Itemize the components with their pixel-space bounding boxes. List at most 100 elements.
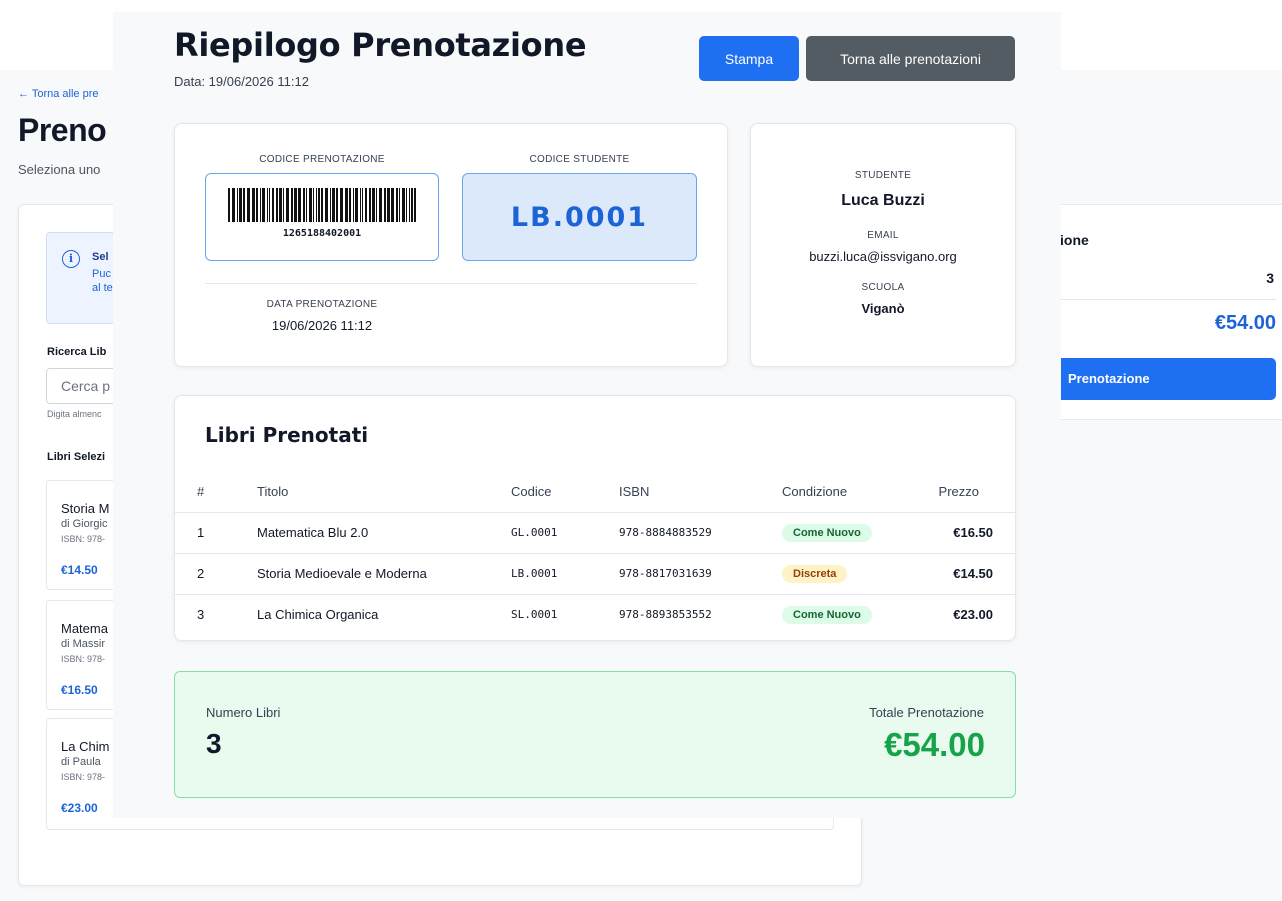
barcode-bar: [306, 188, 307, 222]
student-card: STUDENTE Luca Buzzi EMAIL buzzi.luca@iss…: [750, 123, 1016, 367]
barcode-bar: [262, 188, 265, 222]
barcode-bar: [414, 188, 416, 222]
book-code: SL.0001: [511, 608, 558, 622]
barcode-bar: [286, 188, 289, 222]
summary-divider: [1040, 299, 1276, 300]
barcode-bar: [325, 188, 328, 222]
barcode-bar: [298, 188, 301, 222]
booking-date: 19/06/2026 11:12: [271, 318, 373, 333]
table-row: 1 Matematica Blu 2.0 GL.0001 978-8884883…: [175, 512, 1015, 554]
barcode-bar: [309, 188, 312, 222]
barcode-bar: [269, 188, 270, 222]
summary-title: Riepilogo Prenotazione: [174, 26, 587, 64]
column-header: Prezzo: [912, 472, 1015, 513]
barcode-bar: [391, 188, 394, 222]
table-row: 2 Storia Medioevale e Moderna LB.0001 97…: [175, 553, 1015, 595]
page-subtitle: Seleziona uno: [18, 162, 101, 177]
page-title: Preno: [18, 112, 107, 148]
book-isbn: 978-8817031639: [619, 553, 782, 595]
barcode-bar: [365, 188, 367, 222]
back-to-bookings-button[interactable]: Torna alle prenotazioni: [806, 36, 1015, 81]
barcode-bar: [384, 188, 386, 222]
barcode-bar: [232, 188, 235, 222]
barcode-bar: [349, 188, 351, 222]
condition-badge: Come Nuovo: [782, 605, 872, 624]
barcode-bar: [272, 188, 274, 222]
print-button[interactable]: Stampa: [699, 36, 799, 81]
barcode-bar: [228, 188, 230, 222]
book-author: di Giorgic: [61, 518, 108, 530]
student-name: Luca Buzzi: [841, 192, 925, 209]
book-title: Storia Medioevale e Moderna: [257, 553, 511, 595]
barcode-bar: [406, 188, 407, 222]
barcode-bar: [369, 188, 371, 222]
table-header-row: # Titolo Codice ISBN Condizione Prezzo: [175, 472, 1015, 513]
condition-badge: Discreta: [782, 564, 848, 583]
condition-cell: Discreta: [782, 553, 912, 595]
book-code: GL.0001: [511, 512, 619, 554]
row-number: 1: [175, 512, 257, 554]
info-icon: i: [62, 250, 80, 268]
student-code-box: LB.0001: [462, 173, 697, 261]
booked-books-table: # Titolo Codice ISBN Condizione Prezzo 1…: [175, 472, 1015, 635]
barcode-bar: [396, 188, 398, 222]
back-link[interactable]: ← Torna alle pre: [18, 88, 99, 100]
column-header: Condizione: [782, 472, 912, 513]
book-isbn: ISBN: 978-: [61, 654, 106, 664]
book-price: €23.00: [953, 607, 993, 623]
barcode-bar: [332, 188, 335, 222]
barcode-bar: [362, 188, 363, 222]
barcode-bar: [372, 188, 375, 222]
condition-badge: Come Nuovo: [782, 523, 872, 542]
book-author: di Massir: [61, 638, 106, 650]
school-label: SCUOLA: [861, 282, 905, 293]
barcode-bar: [283, 188, 284, 222]
barcode-bar: [330, 188, 331, 222]
book-isbn: ISBN: 978-: [61, 772, 106, 782]
column-header: Titolo: [257, 472, 511, 513]
barcode-bar: [316, 188, 317, 222]
row-number: 2: [175, 553, 257, 595]
barcode-bar: [303, 188, 305, 222]
student-code: LB.0001: [510, 202, 649, 233]
book-price: €14.50: [912, 553, 1015, 595]
totals-card: Numero Libri 3 Totale Prenotazione €54.0…: [174, 671, 1016, 798]
barcode-bar: [409, 188, 410, 222]
barcode-bar: [402, 188, 405, 222]
barcode-bar: [279, 188, 282, 222]
booking-barcode: 1265188402001: [205, 173, 439, 261]
barcode-bar: [376, 188, 377, 222]
booked-books-card: Libri Prenotati # Titolo Codice ISBN Con…: [174, 395, 1016, 641]
total-label: Totale Prenotazione: [869, 705, 984, 720]
column-header: ISBN: [619, 472, 782, 513]
total-amount: €54.00: [884, 726, 985, 763]
barcode-bar: [379, 188, 382, 222]
book-code: LB.0001: [511, 553, 619, 595]
barcode-bar: [387, 188, 390, 222]
divider: [205, 283, 697, 284]
booking-codes-card: CODICE PRENOTAZIONE 1265188402001 CODICE…: [174, 123, 728, 367]
email-label: EMAIL: [867, 230, 899, 241]
selected-books-label: Libri Selezi: [47, 451, 106, 463]
confirm-booking-button[interactable]: Prenotazione: [1040, 358, 1276, 400]
barcode-bar: [237, 188, 238, 222]
summary-total: €54.00: [1214, 312, 1276, 334]
barcode-bar: [345, 188, 348, 222]
barcode-bar: [243, 188, 245, 222]
condition-cell: Come Nuovo: [782, 594, 912, 635]
search-hint: Digita almenc: [47, 409, 102, 419]
barcode-bar: [318, 188, 320, 222]
summary-heading: ione: [1060, 232, 1089, 248]
book-title: Storia M: [61, 501, 110, 516]
book-isbn: ISBN: 978-: [61, 534, 106, 544]
student-label: STUDENTE: [854, 170, 912, 181]
barcode-bar: [355, 188, 358, 222]
table-row: 3 La Chimica Organica SL.0001 978-889385…: [175, 594, 1015, 635]
barcode-bar: [313, 188, 314, 222]
barcode-bar: [256, 188, 258, 222]
condition-cell: Come Nuovo: [782, 512, 912, 554]
barcode-bar: [267, 188, 268, 222]
alert-text: al te: [92, 282, 113, 294]
barcode-bar: [291, 188, 293, 222]
book-isbn: 978-8884883529: [619, 512, 782, 554]
